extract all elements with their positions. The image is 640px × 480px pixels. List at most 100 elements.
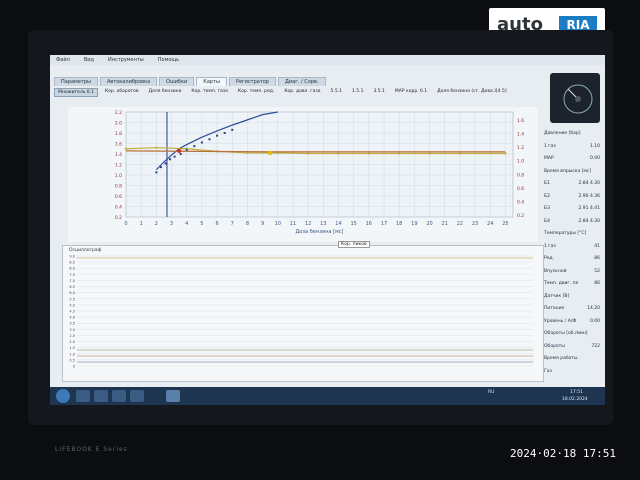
status-value: 52 — [594, 268, 600, 274]
subtab-7[interactable]: 1.5.1 — [349, 88, 366, 97]
series-point — [124, 147, 128, 150]
status-value: 86 — [594, 256, 600, 261]
scatter-point — [173, 155, 176, 158]
y-left-tick-label: 1.6 — [115, 142, 122, 148]
x-tick-label: 20 — [426, 221, 432, 227]
start-button[interactable] — [56, 389, 70, 403]
subtab-0[interactable]: Множитель б.1 — [54, 88, 98, 97]
tab-4[interactable]: Регистратор — [228, 77, 276, 86]
osc-y-tick-label: 2.0 — [69, 340, 75, 344]
x-tick-label: 16 — [366, 221, 372, 227]
subtab-9[interactable]: MAP корр. б.1 — [392, 88, 430, 97]
x-tick-label: 5 — [200, 221, 203, 227]
x-tick-label: 10 — [275, 221, 281, 227]
oscilloscope-chart: 9.0 8.5 8.0 7.5 7.0 6.5 6.0 5.5 5.0 4.5 4.0 3.5 3.0 2… — [69, 255, 533, 369]
osc-y-tick-label: 4.5 — [69, 310, 75, 314]
status-label: Питание — [544, 306, 565, 311]
status-label: Обороты [об./мин] — [544, 331, 588, 336]
y-right-tick-label: 0.2 — [517, 213, 524, 219]
status-label: Б4 — [544, 218, 550, 224]
scatter-point — [155, 171, 158, 174]
marker-point — [176, 148, 182, 154]
x-tick-label: 22 — [457, 221, 463, 227]
y-right-tick-label: 1.2 — [517, 145, 524, 151]
scatter-point — [185, 148, 188, 151]
tab-5[interactable]: Диаг. / Сорв. — [277, 77, 326, 86]
subtab-3[interactable]: Кор. темп. газа — [188, 88, 231, 97]
status-label: Газ — [544, 368, 552, 374]
subtab-5[interactable]: Кор. давл. газа — [281, 88, 323, 97]
status-value: 1.10 — [589, 143, 600, 149]
y-right-tick-label: 0.6 — [517, 186, 524, 192]
series-point — [397, 152, 401, 155]
map-subtabs: Множитель б.1 Кор. оборотов Доля бензина Ко… — [50, 88, 554, 97]
tray-date: 18.02.2024 — [562, 397, 588, 402]
main-tabs: Параметры Автокалибровка Ошибки Карты Регист… — [50, 77, 605, 86]
scatter-point — [216, 134, 219, 137]
status-value: 86 — [594, 281, 600, 286]
subtab-6[interactable]: 5.5.1 — [328, 88, 345, 97]
photo-timestamp: 2024·02·18 17:51 — [510, 447, 616, 460]
status-label: MAP — [544, 156, 554, 161]
y-right-tick-label: 1.4 — [517, 132, 524, 138]
x-tick-label: 17 — [381, 221, 387, 227]
y-left-tick-label: 0.4 — [115, 205, 122, 211]
status-label: Время впрыска [мс] — [544, 168, 592, 174]
tab-1[interactable]: Автокалибровка — [99, 77, 158, 86]
status-value: 2.90 4.36 — [578, 193, 600, 199]
taskbar-app-icon[interactable] — [130, 390, 144, 402]
x-tick-label: 1 — [140, 221, 143, 227]
x-tick-label: 11 — [290, 221, 296, 227]
x-tick-label: 0 — [124, 221, 127, 227]
menu-item-help[interactable]: Помощь — [158, 57, 179, 63]
map-chart[interactable]: 0 1 2 3 4 5 6 7 8 9 10 11 12 13 14 15 16 17 18 19 20 21 22 23 24… — [68, 107, 538, 242]
taskbar-folder-icon[interactable] — [112, 390, 126, 402]
x-tick-label: 19 — [411, 221, 417, 227]
series-point — [428, 152, 431, 155]
tray-language[interactable]: RU — [488, 390, 494, 395]
osc-y-tick-label: 2.5 — [69, 334, 75, 338]
gauge-widget — [550, 73, 600, 123]
taskbar-gas-app-icon[interactable] — [166, 390, 180, 402]
status-label: Давление [бар] — [544, 131, 581, 136]
y-left-tick-label: 1.2 — [115, 163, 122, 169]
series-point — [155, 146, 158, 149]
status-panel: Давление [бар] 1 газ 1.10 MAP 0.00 Время впры… — [542, 69, 602, 399]
x-tick-label: 25 — [502, 221, 508, 227]
status-value: 0.00 — [589, 318, 600, 324]
osc-y-tick-label: 8.0 — [69, 267, 75, 271]
subtab-2[interactable]: Доля бензина — [146, 88, 185, 97]
x-tick-label: 15 — [350, 221, 356, 227]
tab-0[interactable]: Параметры — [54, 77, 98, 86]
subtab-8[interactable]: 3.5.1 — [370, 88, 387, 97]
subtab-4[interactable]: Кор. темп. ред. — [235, 88, 277, 97]
osc-y-tick-label: 6.5 — [69, 285, 75, 289]
oscilloscope-title: Осциллограф — [69, 248, 102, 253]
scatter-point — [231, 128, 234, 131]
menu-item-tools[interactable]: Инструменты — [108, 57, 144, 63]
taskbar-media-icon[interactable] — [94, 390, 108, 402]
menu-item-file[interactable]: Файл — [56, 57, 70, 63]
scatter-point — [200, 141, 203, 144]
scatter-point — [179, 153, 182, 155]
subtab-1[interactable]: Кор. оборотов — [102, 88, 142, 97]
x-tick-label: 13 — [320, 221, 326, 227]
x-tick-label: 4 — [185, 221, 188, 227]
osc-y-tick-label: 1.0 — [69, 352, 75, 356]
status-label: Уровень / А/Ф — [544, 318, 577, 324]
laptop-brand: LIFEBOOK E Series — [55, 446, 128, 453]
status-label: Датчик [В] — [544, 293, 570, 299]
osc-y-tick-label: 3.5 — [69, 322, 75, 326]
tab-3[interactable]: Карты — [196, 77, 227, 86]
x-tick-label: 12 — [305, 221, 311, 227]
series-point — [306, 152, 310, 155]
menu-item-view[interactable]: Вид — [84, 57, 94, 63]
status-label: Температуры [°C] — [544, 231, 587, 236]
x-tick-label: 9 — [261, 221, 264, 227]
map-chart-svg: 0 1 2 3 4 5 6 7 8 9 10 11 12 13 14 15 16 17 18 19 20 21 22 23 24… — [115, 110, 524, 235]
tab-2[interactable]: Ошибки — [159, 77, 195, 86]
taskbar-explorer-icon[interactable] — [76, 390, 90, 402]
y-left-tick-label: 1.4 — [115, 152, 122, 158]
y-right-tick-label: 0.4 — [517, 199, 524, 205]
subtab-10[interactable]: Доля бензина (ст. Дева.)[4.5] — [434, 88, 509, 97]
